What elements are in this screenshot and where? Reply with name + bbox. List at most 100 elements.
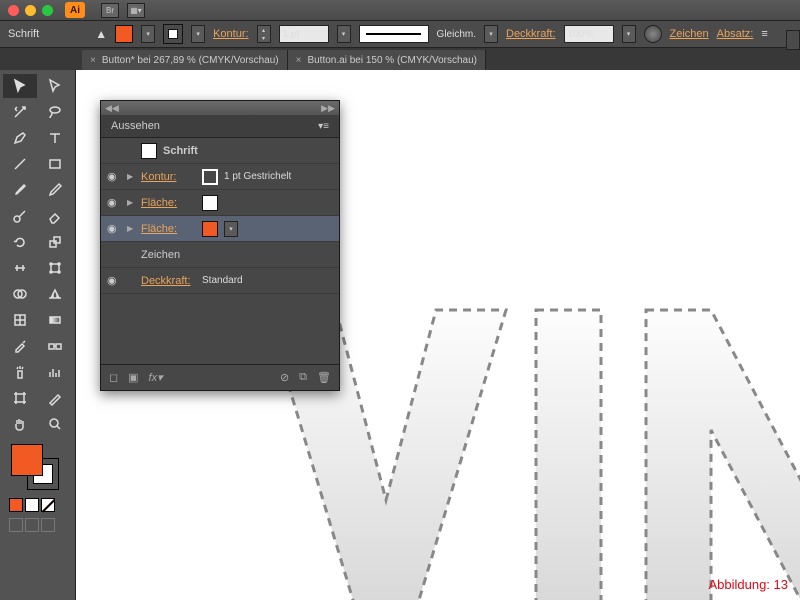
fill-color-swatch[interactable] <box>202 221 218 237</box>
duplicate-item-icon[interactable]: ⧉ <box>299 371 307 384</box>
tools-panel <box>0 70 76 600</box>
row-label[interactable]: Kontur: <box>141 171 196 183</box>
none-mode-swatch[interactable] <box>41 498 55 512</box>
paragraph-panel-link[interactable]: Absatz: <box>717 28 754 40</box>
mesh-tool[interactable] <box>3 308 37 332</box>
visibility-icon[interactable]: ◉ <box>107 274 121 287</box>
perspective-grid-tool[interactable] <box>39 282 73 306</box>
width-tool[interactable] <box>3 256 37 280</box>
magic-wand-tool[interactable] <box>3 100 37 124</box>
add-fill-icon[interactable]: ▣ <box>128 371 138 384</box>
opacity-input[interactable]: 100% <box>564 25 614 43</box>
rectangle-tool[interactable] <box>39 152 73 176</box>
gradient-mode-swatch[interactable] <box>25 498 39 512</box>
free-transform-tool[interactable] <box>39 256 73 280</box>
close-tab-icon[interactable]: × <box>296 55 302 66</box>
screen-mode-presentation[interactable] <box>41 518 55 532</box>
foreground-fill-swatch[interactable] <box>11 444 43 476</box>
blend-tool[interactable] <box>39 334 73 358</box>
stroke-weight-input[interactable]: 1 pt <box>279 25 329 43</box>
color-swatches[interactable] <box>3 444 72 494</box>
shape-builder-tool[interactable] <box>3 282 37 306</box>
panel-collapse-strip[interactable] <box>786 30 800 50</box>
row-label: Schrift <box>163 145 218 157</box>
visibility-icon[interactable]: ◉ <box>107 196 121 209</box>
appearance-row-type[interactable]: Schrift <box>101 138 339 164</box>
minimize-window-button[interactable] <box>25 5 36 16</box>
gradient-tool[interactable] <box>39 308 73 332</box>
pen-tool[interactable] <box>3 126 37 150</box>
color-mode-swatch[interactable] <box>9 498 23 512</box>
eyedropper-tool[interactable] <box>3 334 37 358</box>
appearance-row-characters[interactable]: Zeichen <box>101 242 339 268</box>
close-window-button[interactable] <box>8 5 19 16</box>
fill-color-swatch[interactable] <box>202 195 218 211</box>
type-tool[interactable] <box>39 126 73 150</box>
expand-icon[interactable]: ▶ <box>127 172 135 181</box>
brush-dropdown[interactable]: ▾ <box>484 25 498 43</box>
panel-tab[interactable]: Aussehen ▾≡ <box>101 115 339 138</box>
selection-tool[interactable] <box>3 74 37 98</box>
recolor-artwork-button[interactable] <box>644 25 662 43</box>
close-tab-icon[interactable]: × <box>90 55 96 66</box>
appearance-row-stroke[interactable]: ◉ ▶ Kontur: 1 pt Gestrichelt <box>101 164 339 190</box>
text-align-icon[interactable]: ▲ <box>95 27 107 41</box>
column-graph-tool[interactable] <box>39 360 73 384</box>
visibility-icon[interactable]: ◉ <box>107 222 121 235</box>
document-tab[interactable]: × Button.ai bei 150 % (CMYK/Vorschau) <box>288 50 486 70</box>
stroke-label[interactable]: Kontur: <box>213 28 248 40</box>
blob-brush-tool[interactable] <box>3 204 37 228</box>
add-stroke-icon[interactable]: ◻ <box>109 371 118 384</box>
stroke-weight-stepper[interactable]: ▴▾ <box>257 25 271 43</box>
stroke-swatch[interactable] <box>163 24 183 44</box>
screen-mode-normal[interactable] <box>9 518 23 532</box>
panel-menu-icon[interactable]: ▾≡ <box>318 121 329 132</box>
scale-tool[interactable] <box>39 230 73 254</box>
clear-appearance-icon[interactable]: ⊘ <box>280 371 289 384</box>
eraser-tool[interactable] <box>39 204 73 228</box>
document-tab[interactable]: × Button* bei 267,89 % (CMYK/Vorschau) <box>82 50 288 70</box>
add-effect-icon[interactable]: fx▾ <box>149 371 163 384</box>
line-tool[interactable] <box>3 152 37 176</box>
screen-mode-full[interactable] <box>25 518 39 532</box>
lasso-tool[interactable] <box>39 100 73 124</box>
figure-caption: Abbildung: 13 <box>708 577 788 592</box>
visibility-icon[interactable]: ◉ <box>107 170 121 183</box>
bridge-button[interactable]: Br <box>101 3 119 18</box>
row-label[interactable]: Fläche: <box>141 223 196 235</box>
symbol-sprayer-tool[interactable] <box>3 360 37 384</box>
appearance-panel[interactable]: ◀◀▶▶ Aussehen ▾≡ Schrift ◉ ▶ Kontur: 1 p… <box>100 100 340 391</box>
zoom-window-button[interactable] <box>42 5 53 16</box>
opacity-dropdown[interactable]: ▾ <box>622 25 636 43</box>
app-icon: Ai <box>65 2 85 18</box>
brush-preview[interactable] <box>359 25 429 43</box>
fill-dropdown[interactable]: ▾ <box>141 25 155 43</box>
rotate-tool[interactable] <box>3 230 37 254</box>
stroke-dropdown[interactable]: ▾ <box>191 25 205 43</box>
paintbrush-tool[interactable] <box>3 178 37 202</box>
hand-tool[interactable] <box>3 412 37 436</box>
fill-dropdown[interactable]: ▾ <box>224 221 238 237</box>
artboard-tool[interactable] <box>3 386 37 410</box>
zoom-tool[interactable] <box>39 412 73 436</box>
slice-tool[interactable] <box>39 386 73 410</box>
appearance-row-fill[interactable]: ◉ ▶ Fläche: <box>101 190 339 216</box>
panel-drag-handle[interactable]: ◀◀▶▶ <box>101 101 339 115</box>
stroke-weight-dropdown[interactable]: ▾ <box>337 25 351 43</box>
stroke-color-swatch[interactable] <box>202 169 218 185</box>
row-label[interactable]: Fläche: <box>141 197 196 209</box>
arrange-docs-button[interactable]: ▦▾ <box>127 3 145 18</box>
character-panel-link[interactable]: Zeichen <box>670 28 709 40</box>
expand-icon[interactable]: ▶ <box>127 198 135 207</box>
pencil-tool[interactable] <box>39 178 73 202</box>
appearance-row-fill-selected[interactable]: ◉ ▶ Fläche: ▾ <box>101 216 339 242</box>
document-tab-bar: × Button* bei 267,89 % (CMYK/Vorschau) ×… <box>0 48 800 70</box>
fill-swatch[interactable] <box>115 25 133 43</box>
opacity-label[interactable]: Deckkraft: <box>506 28 556 40</box>
align-left-icon[interactable]: ≡ <box>761 28 767 40</box>
appearance-row-opacity[interactable]: ◉ Deckkraft: Standard <box>101 268 339 294</box>
row-label[interactable]: Deckkraft: <box>141 275 196 287</box>
expand-icon[interactable]: ▶ <box>127 224 135 233</box>
direct-selection-tool[interactable] <box>39 74 73 98</box>
delete-item-icon[interactable]: 🗑 <box>317 371 331 384</box>
